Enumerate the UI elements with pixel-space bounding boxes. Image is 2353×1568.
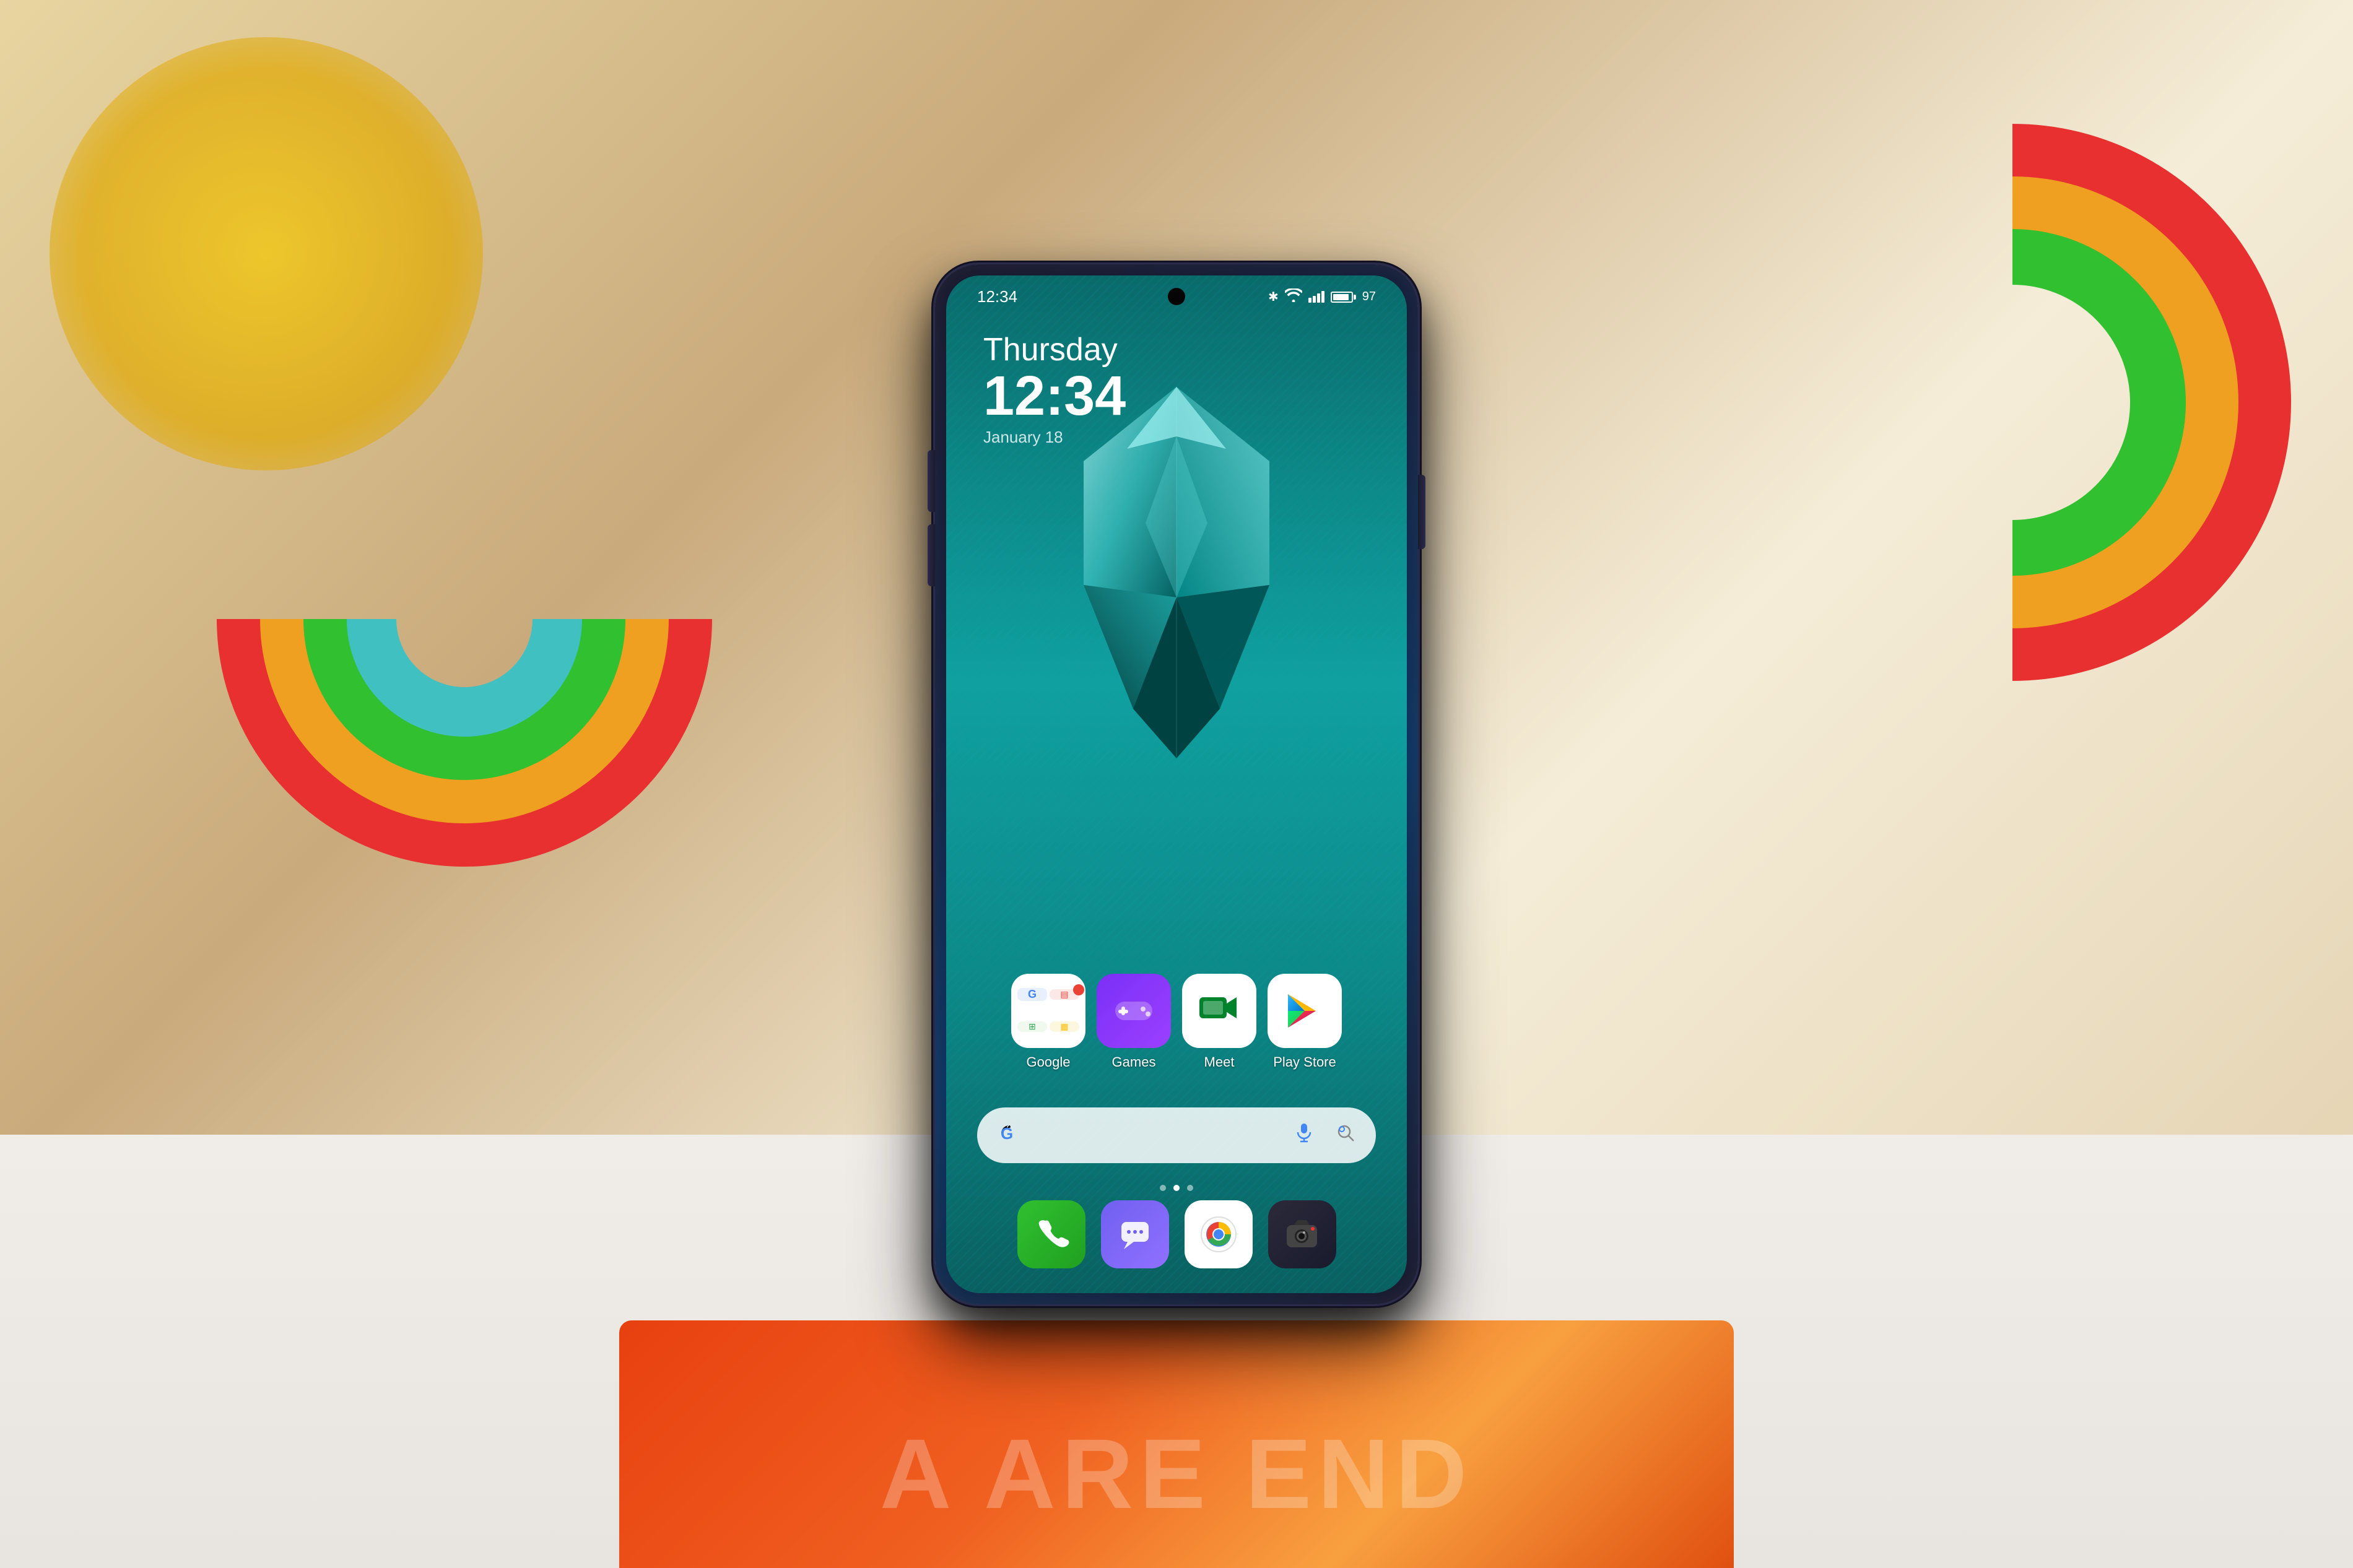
google-label: Google	[1027, 1054, 1071, 1070]
power-button[interactable]	[1418, 475, 1425, 549]
games-icon	[1097, 974, 1171, 1048]
games-label: Games	[1112, 1054, 1156, 1070]
search-mic-icon[interactable]	[1293, 1121, 1315, 1149]
search-lens-icon[interactable]	[1335, 1122, 1357, 1148]
status-time: 12:34	[977, 287, 1017, 306]
book-text: A ARE END	[880, 1417, 1473, 1531]
battery-icon	[1331, 292, 1356, 303]
dock-phone[interactable]	[1017, 1200, 1085, 1268]
dock-chrome[interactable]	[1185, 1200, 1253, 1268]
app-playstore[interactable]: Play Store	[1268, 974, 1342, 1070]
clock-day: Thursday	[983, 331, 1126, 368]
meet-label: Meet	[1204, 1054, 1235, 1070]
dock-camera[interactable]	[1268, 1200, 1336, 1268]
meet-icon	[1182, 974, 1256, 1048]
volume-up-button[interactable]	[928, 450, 935, 512]
app-games[interactable]: Games	[1097, 974, 1171, 1070]
app-google[interactable]: G ▤ ⊞ ▦ Google	[1011, 974, 1085, 1070]
clock-time: 12:34	[983, 368, 1126, 424]
volume-down-button[interactable]	[928, 524, 935, 586]
google-g-icon: G	[996, 1120, 1023, 1150]
status-icons: ✱	[1268, 288, 1376, 306]
dock-messages[interactable]	[1101, 1200, 1169, 1268]
playstore-icon	[1268, 974, 1342, 1048]
dock	[946, 1200, 1407, 1268]
clock-widget: Thursday 12:34 January 18	[983, 331, 1126, 447]
playstore-label: Play Store	[1273, 1054, 1336, 1070]
app-meet[interactable]: Meet	[1182, 974, 1256, 1070]
svg-text:G: G	[1001, 1124, 1013, 1143]
page-dot	[1187, 1185, 1193, 1191]
phone-container: 12:34 ✱	[935, 264, 1418, 1304]
wifi-icon	[1285, 288, 1302, 306]
camera-hole	[1168, 288, 1185, 305]
google-folder-icon: G ▤ ⊞ ▦	[1011, 974, 1085, 1048]
bluetooth-icon: ✱	[1268, 289, 1279, 305]
signal-bars	[1308, 291, 1324, 303]
yellow-circle-bg	[50, 37, 483, 470]
page-dot	[1160, 1185, 1166, 1191]
clock-date: January 18	[983, 428, 1126, 447]
apps-row: G ▤ ⊞ ▦ Google	[946, 974, 1407, 1070]
phone-body: 12:34 ✱	[935, 264, 1418, 1304]
search-bar[interactable]: G	[977, 1107, 1376, 1163]
book: A ARE END	[619, 1320, 1734, 1568]
rainbow-right	[1734, 124, 2291, 681]
page-dot-active	[1173, 1185, 1180, 1191]
phone-screen: 12:34 ✱	[946, 275, 1407, 1293]
battery-percent: 97	[1362, 290, 1376, 304]
page-indicator	[1160, 1185, 1193, 1191]
